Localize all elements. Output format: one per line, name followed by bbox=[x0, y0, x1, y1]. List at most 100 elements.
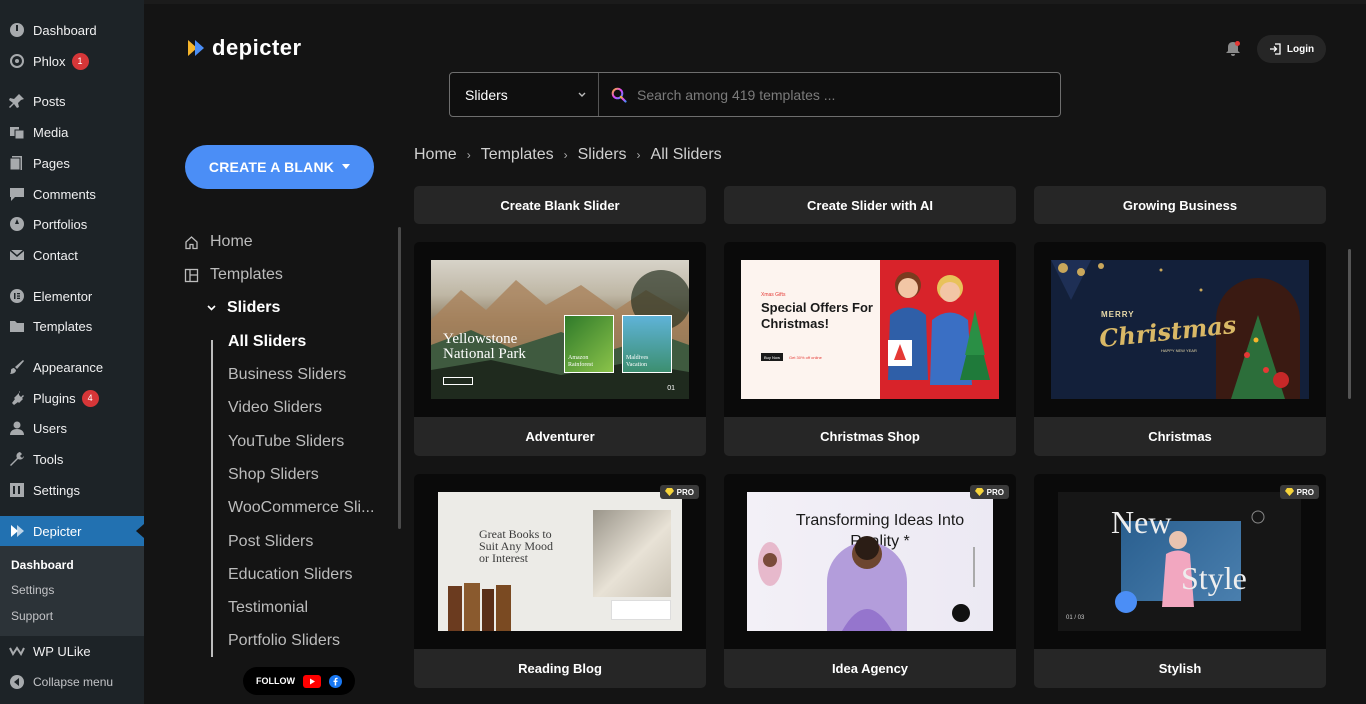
breadcrumb-home[interactable]: Home bbox=[414, 146, 457, 164]
books-graphic bbox=[448, 583, 511, 631]
wp-menu-tools[interactable]: Tools bbox=[0, 444, 144, 474]
pages-icon bbox=[8, 154, 26, 172]
thumb-start-button bbox=[443, 377, 473, 385]
top-strip bbox=[144, 0, 1366, 4]
nav-templates-label: Templates bbox=[210, 266, 283, 283]
wp-menu-settings[interactable]: Settings bbox=[0, 475, 144, 505]
depicter-logo-icon bbox=[188, 40, 204, 56]
wp-menu-wp-ulike[interactable]: WP ULike bbox=[0, 636, 144, 666]
youtube-icon[interactable] bbox=[303, 674, 321, 688]
wp-menu-label: Portfolios bbox=[33, 216, 88, 232]
wp-menu-posts[interactable]: Posts bbox=[0, 86, 144, 116]
login-button[interactable]: Login bbox=[1257, 35, 1326, 63]
template-card-adventurer[interactable]: Yellowstone National Park Amazon Rainfor… bbox=[414, 242, 706, 456]
nav-item-all-sliders[interactable]: All Sliders bbox=[228, 333, 306, 351]
wp-menu-portfolios[interactable]: Portfolios bbox=[0, 209, 144, 239]
thumb-page-number: 01 / 03 bbox=[1066, 615, 1085, 621]
wp-menu-label: Collapse menu bbox=[33, 675, 114, 689]
wp-menu-label: Users bbox=[33, 420, 67, 436]
wp-menu-label: Appearance bbox=[33, 359, 104, 375]
pin-icon bbox=[8, 92, 26, 110]
card-title: Reading Blog bbox=[414, 649, 706, 688]
elementor-icon bbox=[8, 287, 26, 305]
wp-submenu-settings[interactable]: Settings bbox=[11, 583, 54, 597]
create-blank-label: CREATE A BLANK bbox=[208, 159, 335, 175]
wp-menu-elementor[interactable]: Elementor bbox=[0, 281, 144, 311]
nav-scrollbar[interactable] bbox=[398, 227, 401, 529]
pro-label: PRO bbox=[986, 487, 1004, 497]
wp-collapse-menu[interactable]: Collapse menu bbox=[0, 667, 144, 697]
wp-menu-contact[interactable]: Contact bbox=[0, 240, 144, 270]
card-thumbnail: Xmas Gifts Special Offers For Christmas!… bbox=[741, 260, 999, 399]
nav-item-youtube-sliders[interactable]: YouTube Sliders bbox=[228, 433, 344, 451]
app-root: Dashboard Phlox 1 Posts Media Pages Comm… bbox=[0, 0, 1366, 704]
notifications-button[interactable] bbox=[1224, 40, 1242, 58]
nav-home-label: Home bbox=[210, 233, 253, 250]
templates-icon bbox=[184, 268, 199, 282]
card-title: Create Slider with AI bbox=[724, 186, 1016, 224]
wp-menu-depicter[interactable]: Depicter bbox=[0, 516, 144, 546]
caret-down-icon bbox=[342, 164, 351, 169]
nav-item-education-sliders[interactable]: Education Sliders bbox=[228, 566, 353, 584]
main-scrollbar[interactable] bbox=[1348, 249, 1351, 399]
wp-menu-dashboard[interactable]: Dashboard bbox=[0, 15, 144, 45]
wp-submenu-support[interactable]: Support bbox=[11, 609, 53, 623]
nav-tree-line bbox=[211, 340, 213, 657]
breadcrumb-sliders[interactable]: Sliders bbox=[578, 146, 627, 164]
folder-icon bbox=[8, 317, 26, 335]
wp-menu-users[interactable]: Users bbox=[0, 413, 144, 443]
wp-menu-label: WP ULike bbox=[33, 643, 91, 659]
template-card-reading-blog[interactable]: Great Books to Suit Any Mood or Interest… bbox=[414, 474, 706, 688]
nav-sliders[interactable]: Sliders bbox=[207, 299, 280, 317]
card-thumbnail: New Style 01 / 03 bbox=[1058, 492, 1301, 631]
breadcrumb-all-sliders: All Sliders bbox=[650, 146, 722, 163]
template-card-stylish[interactable]: New Style 01 / 03 PRO Stylish bbox=[1034, 474, 1326, 688]
thumb-tile-amazon: Amazon Rainforest bbox=[564, 315, 614, 373]
phlox-icon bbox=[8, 52, 26, 70]
nav-item-post-sliders[interactable]: Post Sliders bbox=[228, 533, 313, 551]
template-card-idea-agency[interactable]: Transforming Ideas Into Reality * PRO Id… bbox=[724, 474, 1016, 688]
wp-submenu-dashboard[interactable]: Dashboard bbox=[11, 558, 74, 572]
search-category-select[interactable]: Sliders bbox=[450, 73, 599, 116]
wrench-icon bbox=[8, 450, 26, 468]
wp-menu-comments[interactable]: Comments bbox=[0, 179, 144, 209]
wp-menu-phlox[interactable]: Phlox 1 bbox=[0, 46, 144, 76]
template-card-create-blank[interactable]: Create Blank Slider bbox=[414, 186, 706, 224]
template-card-christmas-shop[interactable]: Xmas Gifts Special Offers For Christmas!… bbox=[724, 242, 1016, 456]
plug-icon bbox=[8, 389, 26, 407]
nav-item-business-sliders[interactable]: Business Sliders bbox=[228, 366, 346, 384]
wp-menu-media[interactable]: Media bbox=[0, 117, 144, 147]
thumb-tile-label: Amazon Rainforest bbox=[568, 355, 593, 368]
wp-menu-label: Tools bbox=[33, 451, 64, 467]
thumb-small-label: MERRY bbox=[1101, 310, 1135, 319]
depicter-logo[interactable]: depicter bbox=[186, 34, 302, 62]
wp-menu-plugins[interactable]: Plugins 4 bbox=[0, 383, 144, 413]
nav-templates[interactable]: Templates bbox=[184, 266, 283, 284]
card-title: Christmas Shop bbox=[724, 417, 1016, 456]
thumb-small-label: Xmas Gifts bbox=[761, 292, 786, 298]
nav-item-portfolio-sliders[interactable]: Portfolio Sliders bbox=[228, 632, 340, 650]
template-card-growing-business[interactable]: Growing Business bbox=[1034, 186, 1326, 224]
card-thumbnail-area: Xmas Gifts Special Offers For Christmas!… bbox=[724, 242, 1016, 417]
search-category-value: Sliders bbox=[465, 86, 508, 103]
create-blank-button[interactable]: CREATE A BLANK bbox=[185, 145, 374, 189]
nav-item-testimonial[interactable]: Testimonial bbox=[228, 599, 308, 617]
logo-text: depicter bbox=[212, 35, 302, 60]
wp-menu-pages[interactable]: Pages bbox=[0, 148, 144, 178]
wp-menu-label: Media bbox=[33, 124, 69, 140]
template-card-christmas[interactable]: MERRY Christmas HAPPY NEW YEAR Christmas bbox=[1034, 242, 1326, 456]
wp-submenu: Dashboard Settings Support bbox=[0, 546, 144, 636]
template-card-create-ai[interactable]: Create Slider with AI bbox=[724, 186, 1016, 224]
wp-menu-appearance[interactable]: Appearance bbox=[0, 352, 144, 382]
search-input[interactable] bbox=[637, 86, 1017, 103]
wp-menu-templates[interactable]: Templates bbox=[0, 311, 144, 341]
nav-home[interactable]: Home bbox=[184, 233, 253, 251]
breadcrumb-templates[interactable]: Templates bbox=[481, 146, 554, 164]
collapse-icon bbox=[8, 673, 26, 691]
nav-item-woocommerce-sliders[interactable]: WooCommerce Sli... bbox=[228, 499, 374, 517]
nav-item-shop-sliders[interactable]: Shop Sliders bbox=[228, 466, 319, 484]
nav-item-video-sliders[interactable]: Video Sliders bbox=[228, 399, 322, 417]
diamond-icon bbox=[1284, 488, 1294, 496]
facebook-icon[interactable] bbox=[329, 674, 342, 688]
comments-icon bbox=[8, 185, 26, 203]
